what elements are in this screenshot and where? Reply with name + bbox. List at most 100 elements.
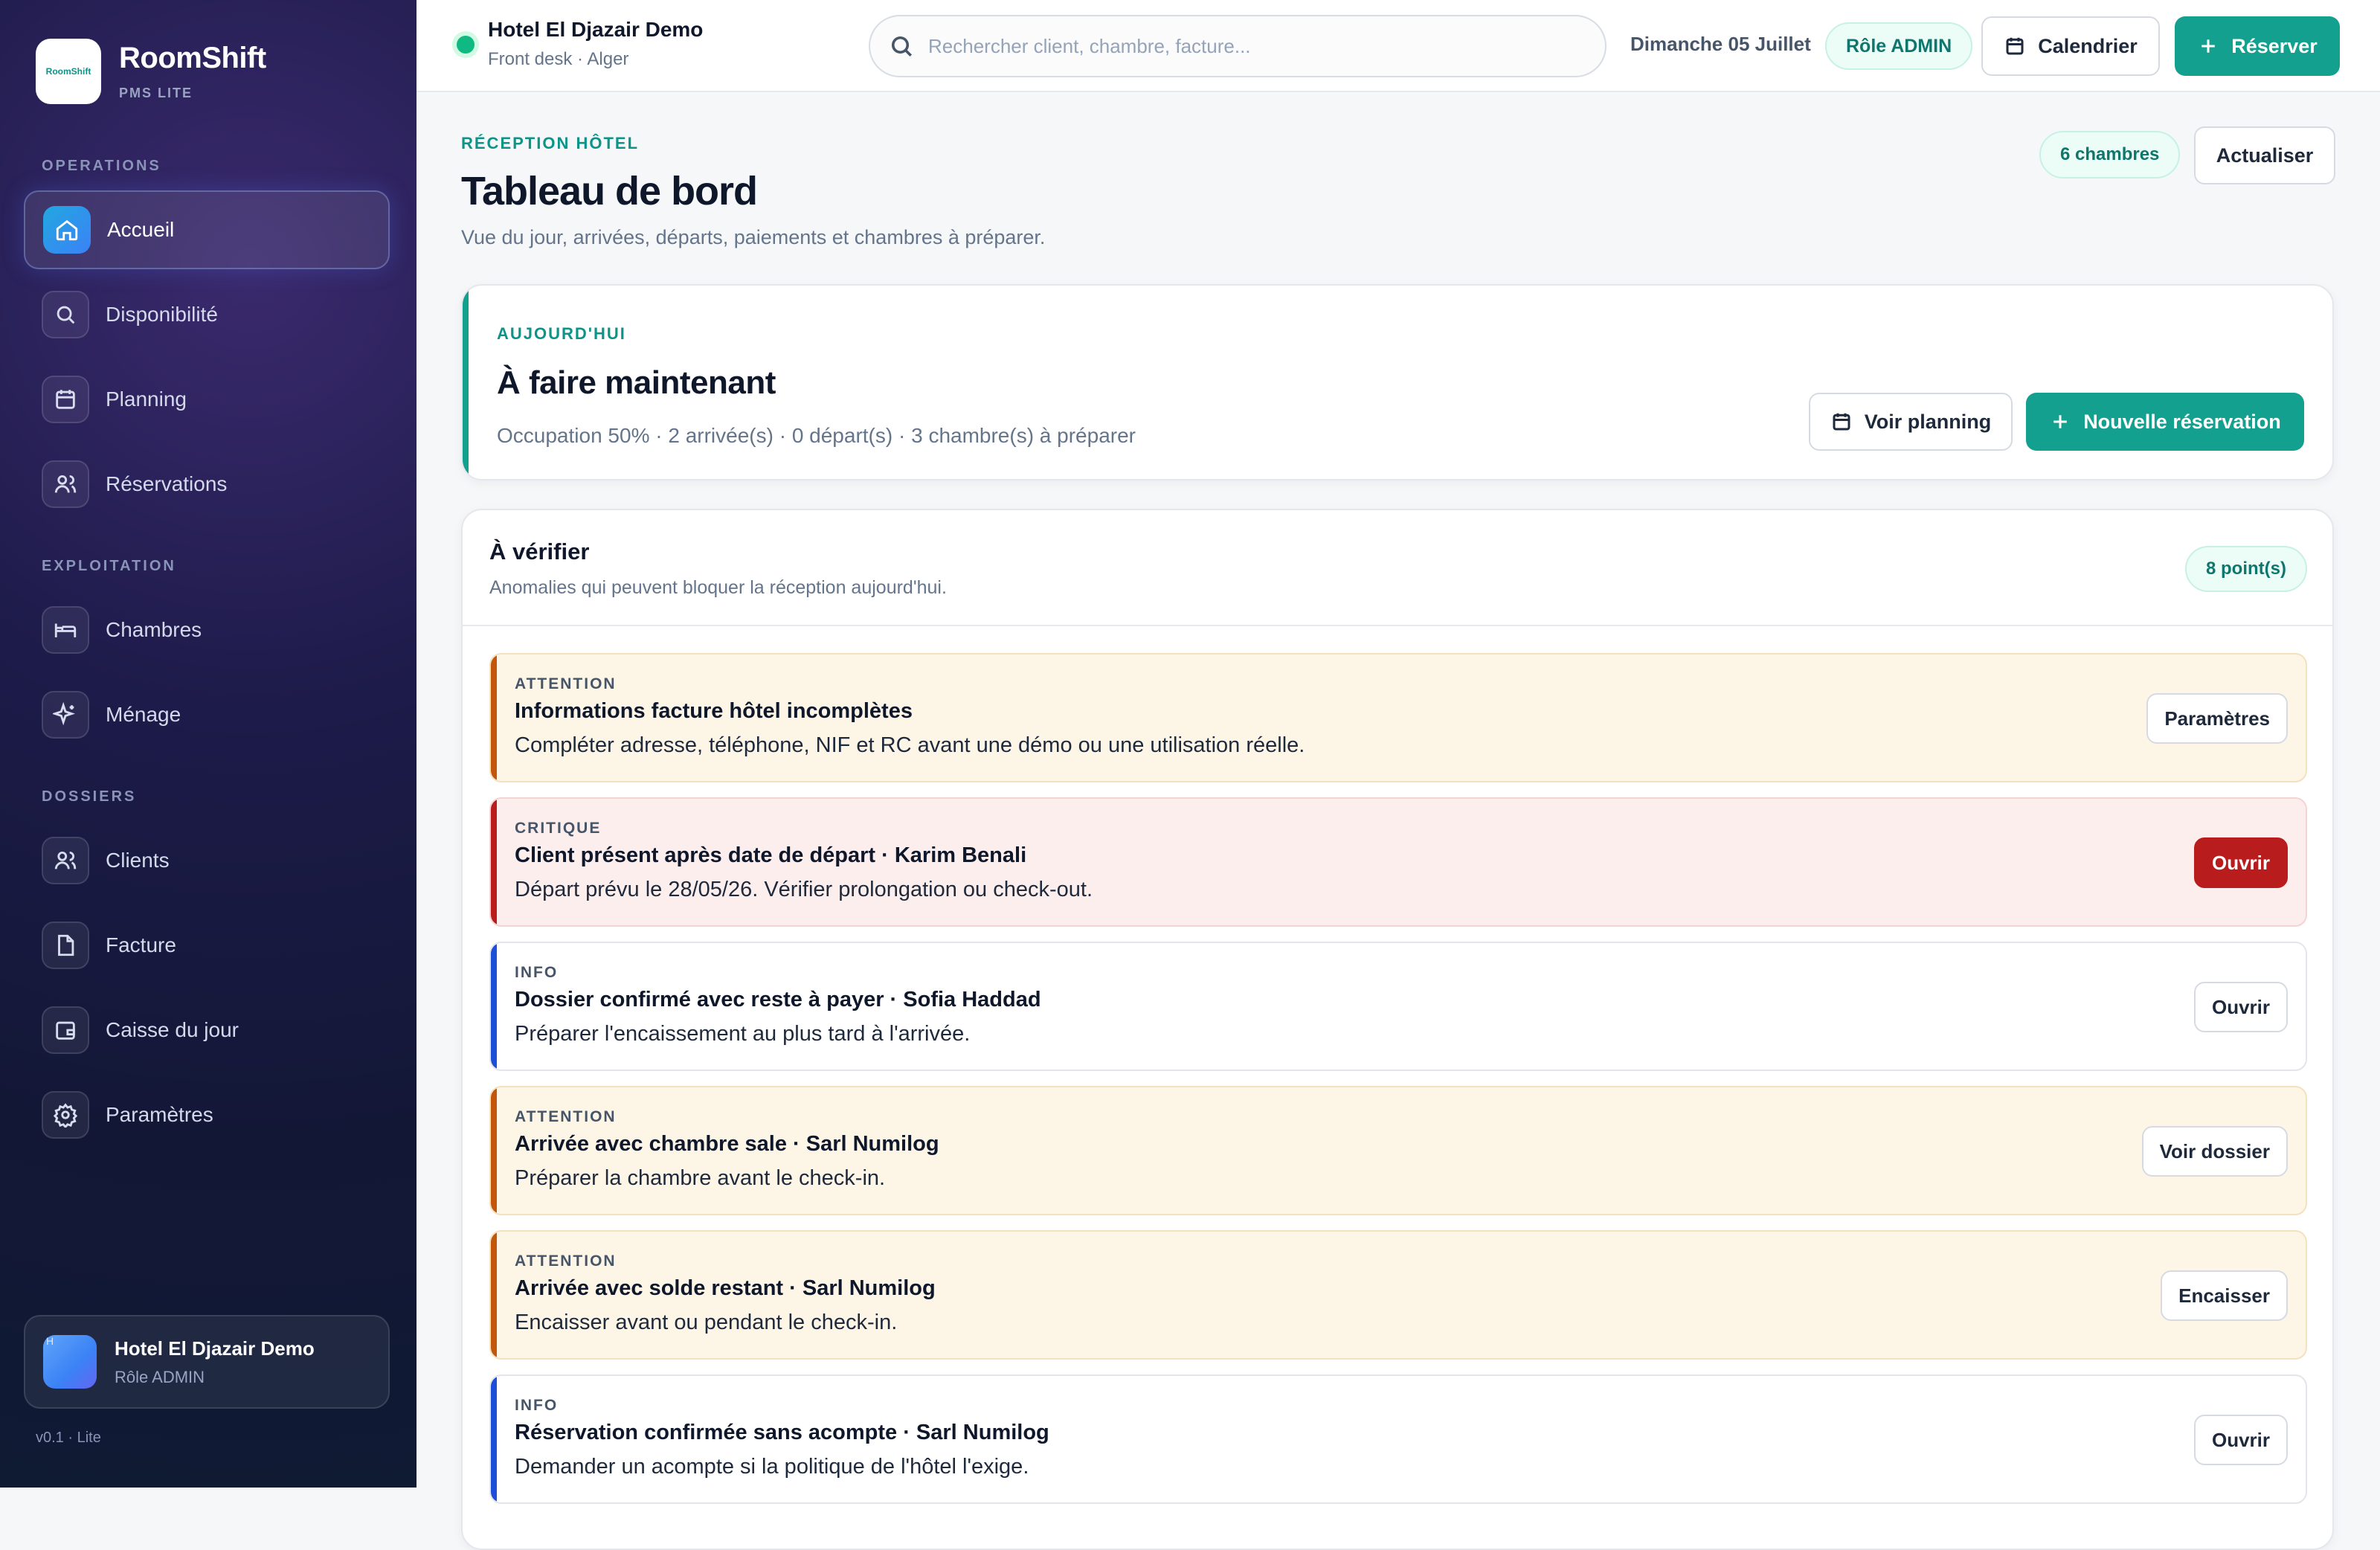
refresh-button[interactable]: Actualiser <box>2194 126 2335 184</box>
rooms-count-badge: 6 chambres <box>2039 131 2181 179</box>
verify-count-badge: 8 point(s) <box>2185 546 2307 592</box>
verify-subtitle: Anomalies qui peuvent bloquer la récepti… <box>489 577 947 598</box>
new-reservation-label: Nouvelle réservation <box>2083 410 2281 433</box>
status-dot <box>457 36 475 54</box>
hotel-card-role: Rôle ADMIN <box>115 1367 205 1386</box>
search-icon <box>42 291 89 338</box>
plus-icon <box>2053 415 2067 428</box>
sidebar-item-label: Chambres <box>106 618 202 641</box>
sidebar: RoomShift RoomShift PMS LITE OPERATIONS … <box>0 0 416 1488</box>
sidebar-item-label: Facture <box>106 933 176 956</box>
current-date: Dimanche 05 Juillet <box>1630 33 1811 55</box>
sidebar-item-label: Accueil <box>107 218 175 241</box>
sidebar-item-label: Ménage <box>106 703 181 726</box>
new-reservation-button[interactable]: Nouvelle réservation <box>2026 393 2304 451</box>
hotel-card[interactable]: H Hotel El Djazair Demo Rôle ADMIN <box>24 1315 390 1409</box>
bed-icon <box>42 606 89 654</box>
alert-level: ATTENTION <box>515 675 617 692</box>
reserve-button[interactable]: Réserver <box>2175 16 2340 76</box>
section-exploitation: EXPLOITATION <box>42 558 176 574</box>
alert-action-button[interactable]: Paramètres <box>2146 693 2288 744</box>
sidebar-item-accueil[interactable]: Accueil <box>24 190 390 269</box>
sidebar-item-label: Caisse du jour <box>106 1018 239 1041</box>
divider <box>463 625 2332 626</box>
alert-bar <box>491 943 497 1070</box>
alert-action-button[interactable]: Ouvrir <box>2193 837 2288 888</box>
sidebar-item-label: Clients <box>106 849 170 872</box>
sidebar-item-reservations[interactable]: Réservations <box>24 445 390 524</box>
alert-description: Demander un acompte si la politique de l… <box>515 1455 1029 1479</box>
sidebar-item-menage[interactable]: Ménage <box>24 675 390 754</box>
sidebar-item-clients[interactable]: Clients <box>24 821 390 900</box>
sidebar-item-caisse[interactable]: Caisse du jour <box>24 991 390 1070</box>
alert-title: Arrivée avec chambre sale · Sarl Numilog <box>515 1132 939 1156</box>
alert-level: ATTENTION <box>515 1108 617 1125</box>
today-card: AUJOURD'HUI À faire maintenant Occupatio… <box>461 284 2334 480</box>
users-icon <box>42 460 89 508</box>
alert-bar <box>491 799 497 925</box>
calendar-icon <box>1833 413 1850 431</box>
alert-level: CRITIQUE <box>515 820 602 837</box>
alert-action-button[interactable]: Encaisser <box>2161 1270 2288 1321</box>
alert-bar <box>491 655 497 781</box>
alert-title: Informations facture hôtel incomplètes <box>515 699 913 723</box>
alert-item: INFO Réservation confirmée sans acompte … <box>489 1374 2307 1504</box>
home-icon <box>43 206 91 254</box>
search-icon <box>891 36 913 57</box>
view-planning-label: Voir planning <box>1864 410 1992 433</box>
sidebar-item-parametres[interactable]: Paramètres <box>24 1075 390 1154</box>
sidebar-item-disponibilite[interactable]: Disponibilité <box>24 275 390 354</box>
view-planning-button[interactable]: Voir planning <box>1809 393 2013 451</box>
sidebar-item-planning[interactable]: Planning <box>24 360 390 439</box>
alert-description: Départ prévu le 28/05/26. Vérifier prolo… <box>515 878 1093 901</box>
alert-item: INFO Dossier confirmé avec reste à payer… <box>489 942 2307 1071</box>
alert-action-button[interactable]: Voir dossier <box>2141 1126 2288 1177</box>
alert-item: ATTENTION Arrivée avec solde restant · S… <box>489 1230 2307 1360</box>
sidebar-item-facture[interactable]: Facture <box>24 906 390 985</box>
alert-level: ATTENTION <box>515 1252 617 1270</box>
page-title: Tableau de bord <box>461 169 758 213</box>
brand-subtitle: PMS LITE <box>119 86 193 100</box>
section-dossiers: DOSSIERS <box>42 788 137 805</box>
topbar: Hotel El Djazair Demo Front desk · Alger… <box>416 0 2380 92</box>
verify-title: À vérifier <box>489 538 590 565</box>
calendar-button[interactable]: Calendrier <box>1981 16 2160 76</box>
alert-title: Dossier confirmé avec reste à payer · So… <box>515 988 1041 1012</box>
brand[interactable]: RoomShift RoomShift PMS LITE <box>36 39 266 104</box>
alert-action-button[interactable]: Ouvrir <box>2193 982 2288 1032</box>
alert-description: Encaisser avant ou pendant le check-in. <box>515 1311 898 1334</box>
alert-level: INFO <box>515 1397 559 1414</box>
sidebar-item-chambres[interactable]: Chambres <box>24 591 390 669</box>
section-operations: OPERATIONS <box>42 158 161 174</box>
page-subtitle: Vue du jour, arrivées, départs, paiement… <box>461 226 1046 248</box>
avatar-letter: H <box>46 1335 54 1347</box>
alert-item: ATTENTION Arrivée avec chambre sale · Sa… <box>489 1086 2307 1215</box>
brand-name: RoomShift <box>119 42 266 74</box>
alert-description: Compléter adresse, téléphone, NIF et RC … <box>515 733 1305 757</box>
alert-bar <box>491 1087 497 1214</box>
calendar-icon <box>2006 37 2024 55</box>
role-badge: Rôle ADMIN <box>1825 22 1973 70</box>
alert-level: INFO <box>515 964 559 981</box>
users-icon <box>42 837 89 884</box>
topbar-hotel-name: Hotel El Djazair Demo <box>488 18 704 41</box>
today-title: À faire maintenant <box>497 364 776 401</box>
search-input[interactable]: Rechercher client, chambre, facture... <box>869 15 1606 77</box>
sparkles-icon <box>42 691 89 739</box>
avatar: H <box>43 1335 97 1389</box>
sidebar-item-label: Planning <box>106 388 187 411</box>
accent-bar <box>463 286 469 479</box>
alert-description: Préparer l'encaissement au plus tard à l… <box>515 1022 971 1046</box>
plus-icon <box>2202 39 2215 53</box>
alert-action-button[interactable]: Ouvrir <box>2193 1415 2288 1465</box>
topbar-hotel-sub: Front desk · Alger <box>488 49 629 69</box>
alert-bar <box>491 1232 497 1358</box>
hotel-card-name: Hotel El Djazair Demo <box>115 1337 315 1360</box>
brand-logo: RoomShift <box>36 39 101 104</box>
alert-item: ATTENTION Informations facture hôtel inc… <box>489 653 2307 782</box>
reserve-button-label: Réserver <box>2231 34 2318 57</box>
sidebar-item-label: Disponibilité <box>106 303 218 326</box>
wallet-icon <box>42 1006 89 1054</box>
alert-title: Client présent après date de départ · Ka… <box>515 843 1027 867</box>
alert-title: Arrivée avec solde restant · Sarl Numilo… <box>515 1276 936 1300</box>
